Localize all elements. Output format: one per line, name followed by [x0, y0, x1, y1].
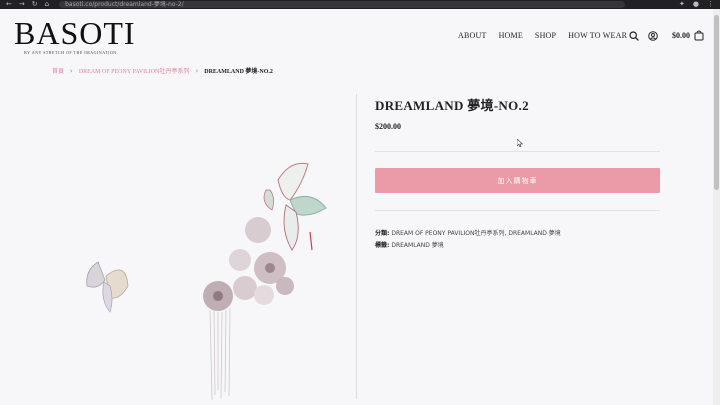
tags-links[interactable]: DREAMLAND 夢境 — [391, 242, 443, 249]
cart-total[interactable]: $0.00 — [672, 31, 690, 40]
large-butterfly-illustration — [263, 162, 327, 251]
back-icon[interactable]: ← — [6, 0, 12, 9]
address-bar[interactable]: basoti.co/product/dreamland-夢境-no-2/ — [59, 1, 626, 8]
user-icon[interactable] — [648, 31, 658, 41]
scrollbar-thumb[interactable] — [714, 15, 719, 190]
add-to-cart-button[interactable]: 加入購物車 — [375, 168, 660, 193]
nav-how-to-wear[interactable]: HOW TO WEAR — [568, 31, 627, 40]
menu-icon[interactable]: ⋮ — [707, 0, 714, 9]
small-butterfly-illustration — [86, 261, 129, 313]
product-price: $200.00 — [375, 122, 401, 131]
mouse-cursor-icon — [517, 139, 523, 147]
search-icon[interactable] — [629, 31, 639, 41]
breadcrumb-current: DREAMLAND 夢境-NO.2 — [204, 69, 273, 75]
chevron-right-icon: › — [195, 66, 199, 75]
chevron-right-icon: › — [70, 66, 73, 75]
site-logo[interactable]: BASOTI — [14, 16, 136, 50]
column-divider — [356, 94, 357, 399]
account-icon[interactable]: ● — [693, 0, 699, 9]
nav-home[interactable]: HOME — [499, 31, 523, 40]
categories-links[interactable]: DREAM OF PEONY PAVILION牡丹亭系列, DREAMLAND … — [391, 230, 560, 237]
reload-icon[interactable]: ↻ — [32, 0, 38, 9]
breadcrumb-home[interactable]: 首頁 — [52, 66, 64, 75]
cart-icon[interactable] — [694, 30, 704, 41]
nav-about[interactable]: ABOUT — [458, 31, 487, 40]
browser-toolbar: ← → ↻ ⌂ basoti.co/product/dreamland-夢境-n… — [0, 0, 720, 9]
nav-shop[interactable]: SHOP — [535, 31, 556, 40]
tags-label: 標籤: — [375, 242, 390, 249]
browser-nav: ← → ↻ ⌂ — [6, 0, 49, 9]
divider — [375, 151, 660, 152]
page-scrollbar[interactable] — [713, 9, 720, 405]
divider — [375, 210, 660, 211]
flower-cluster-illustration — [203, 217, 294, 311]
tassel-illustration — [209, 307, 231, 400]
product-title: DREAMLAND 夢境-NO.2 — [375, 98, 529, 113]
main-nav: ABOUT HOME SHOP HOW TO WEAR — [458, 31, 627, 40]
home-icon[interactable]: ⌂ — [45, 0, 49, 9]
site-tagline: BY ANY STRETCH OF THE IMAGINATION — [24, 50, 117, 55]
categories-label: 分類: — [375, 230, 390, 237]
browser-extensions: ✦ ● ⋮ — [679, 0, 714, 9]
product-image[interactable] — [40, 90, 350, 400]
breadcrumb: 首頁 › DREAM OF PEONY PAVILION牡丹亭系列 › DREA… — [52, 66, 273, 76]
forward-icon[interactable]: → — [19, 0, 25, 9]
product-categories: 分類: DREAM OF PEONY PAVILION牡丹亭系列, DREAML… — [375, 228, 561, 237]
breadcrumb-category[interactable]: DREAM OF PEONY PAVILION牡丹亭系列 — [79, 66, 190, 75]
extension-icon[interactable]: ✦ — [679, 0, 685, 9]
product-tags: 標籤: DREAMLAND 夢境 — [375, 240, 444, 249]
